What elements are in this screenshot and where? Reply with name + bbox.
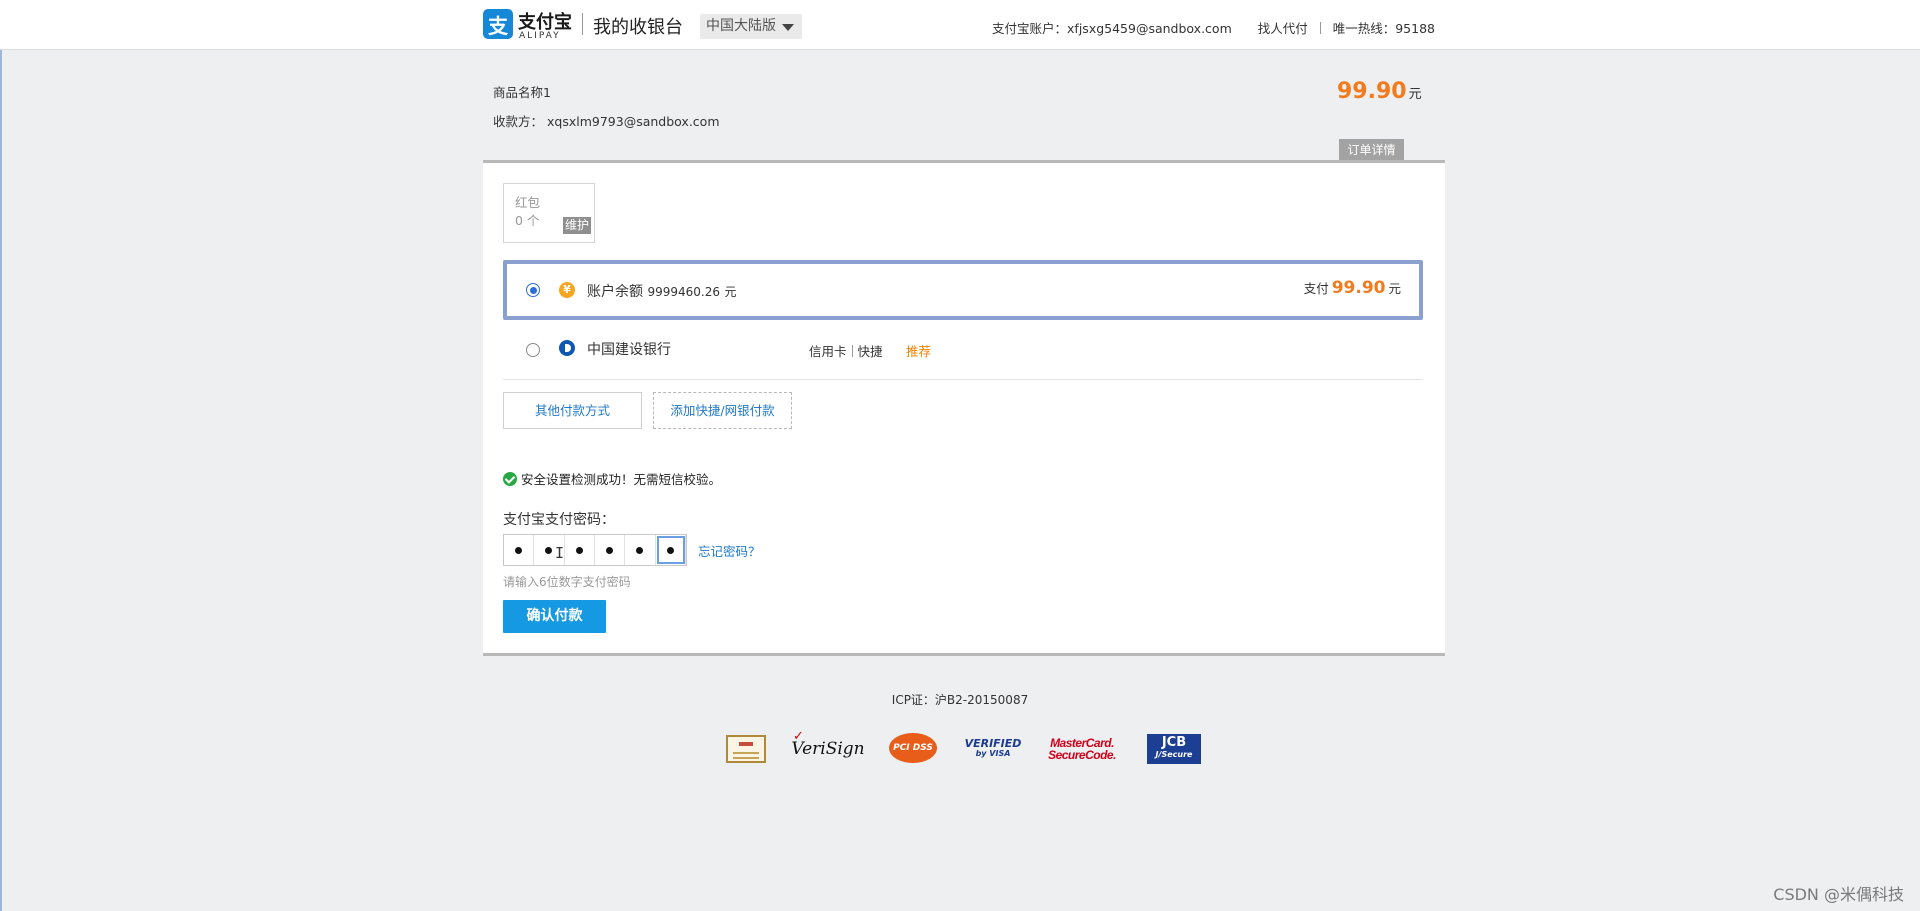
password-digit[interactable] bbox=[595, 535, 626, 565]
region-dropdown[interactable]: 中国大陆版 bbox=[700, 14, 802, 39]
payment-method-ccb[interactable]: 中国建设银行 信用卡 快捷 推荐 bbox=[503, 320, 1423, 380]
security-message: 安全设置检测成功！无需短信校验。 bbox=[503, 469, 721, 488]
jcb-jsecure-badge: JCB J/Secure bbox=[1147, 734, 1201, 764]
logo-divider bbox=[582, 13, 583, 35]
ccb-bank-icon bbox=[559, 340, 575, 356]
password-label: 支付宝支付密码： bbox=[503, 512, 615, 528]
red-packet-label: 红包 bbox=[515, 195, 541, 210]
other-methods-button[interactable]: 其他付款方式 bbox=[503, 392, 642, 429]
balance-label: 账户余额 bbox=[587, 284, 643, 300]
top-header: 支 支付宝 ALIPAY 我的收银台 中国大陆版 支付宝账户：xfjsxg545… bbox=[0, 0, 1920, 50]
forgot-password-link[interactable]: 忘记密码？ bbox=[698, 541, 761, 560]
password-digit[interactable] bbox=[565, 535, 595, 565]
order-amount-currency: 元 bbox=[1408, 87, 1422, 102]
balance-value: 9999460.26 bbox=[647, 285, 720, 299]
jcb-line1: JCB bbox=[1161, 735, 1187, 750]
recommend-badge: 推荐 bbox=[906, 344, 932, 359]
balance-label-line: 账户余额 9999460.26 元 bbox=[587, 281, 736, 301]
card-type-credit: 信用卡 bbox=[809, 344, 847, 359]
hotline-value: 95188 bbox=[1395, 21, 1435, 36]
red-packet-card[interactable]: 红包 0 个 维护 bbox=[503, 183, 595, 243]
mc-line2: SecureCode. bbox=[1048, 748, 1116, 762]
mastercard-securecode-badge: MasterCard. SecureCode. bbox=[1045, 733, 1119, 765]
watermark: CSDN @米偶科技 bbox=[1773, 885, 1904, 904]
visa-line1: VERIFIED bbox=[964, 737, 1022, 750]
yen-icon: ¥ bbox=[559, 282, 575, 298]
pay-label: 支付 bbox=[1303, 281, 1329, 296]
payment-panel: 红包 0 个 维护 ¥ 账户余额 9999460.26 元 支付 99.90 元 中… bbox=[483, 160, 1445, 656]
page-title: 我的收银台 bbox=[593, 17, 683, 38]
card-type-quick: 快捷 bbox=[857, 344, 883, 359]
product-name: 商品名称1 bbox=[493, 85, 551, 100]
visa-line2: by VISA bbox=[975, 749, 1011, 758]
confirm-payment-button[interactable]: 确认付款 bbox=[503, 600, 606, 633]
order-info: 商品名称1 收款方： xqsxlm9793@sandbox.com bbox=[493, 82, 720, 130]
pay-amount: 支付 99.90 元 bbox=[1304, 278, 1401, 298]
balance-radio[interactable] bbox=[526, 283, 540, 297]
verisign-text: VeriSign bbox=[791, 739, 865, 759]
payee-label: 收款方： bbox=[493, 114, 544, 129]
check-circle-icon bbox=[503, 472, 517, 486]
ccb-card-types: 信用卡 快捷 bbox=[809, 341, 883, 360]
region-dropdown-value: 中国大陆版 bbox=[706, 18, 776, 34]
payee-line: 收款方： xqsxlm9793@sandbox.com bbox=[493, 111, 720, 130]
add-method-button[interactable]: 添加快捷/网银付款 bbox=[653, 392, 792, 429]
security-badges: VeriSign PCI DSS VERIFIED by VISA Master… bbox=[726, 729, 1206, 765]
window-left-edge bbox=[0, 0, 2, 911]
ccb-radio[interactable] bbox=[526, 343, 540, 357]
password-digit[interactable] bbox=[504, 535, 535, 565]
payment-method-balance[interactable]: ¥ 账户余额 9999460.26 元 支付 99.90 元 bbox=[503, 260, 1423, 320]
order-amount: 99.90 元 bbox=[1337, 79, 1422, 104]
order-amount-value: 99.90 bbox=[1337, 79, 1407, 104]
account-label: 支付宝账户： bbox=[992, 21, 1068, 36]
password-input[interactable]: I bbox=[503, 534, 687, 566]
pay-amount-value: 99.90 bbox=[1331, 278, 1386, 298]
icp-license: ICP证：沪B2-20150087 bbox=[891, 693, 1029, 707]
find-payer-link[interactable]: 找人代付 bbox=[1258, 18, 1308, 37]
maintenance-badge: 维护 bbox=[563, 217, 592, 234]
certificate-badge-icon bbox=[726, 735, 766, 763]
alipay-logo-icon: 支 bbox=[483, 9, 513, 39]
jcb-line2: J/Secure bbox=[1155, 750, 1193, 759]
header-separator bbox=[1319, 22, 1321, 34]
password-digit[interactable] bbox=[625, 535, 656, 565]
pci-dss-badge: PCI DSS bbox=[889, 733, 937, 763]
hotline-label: 唯一热线： bbox=[1332, 21, 1396, 36]
security-message-text: 安全设置检测成功！无需短信校验。 bbox=[521, 472, 722, 487]
password-hint: 请输入6位数字支付密码 bbox=[503, 575, 631, 589]
verisign-badge: VeriSign bbox=[791, 729, 864, 765]
order-detail-button[interactable]: 订单详情 bbox=[1339, 139, 1404, 161]
account-value: xfjsxg5459@sandbox.com bbox=[1067, 21, 1232, 36]
logo-text-en: ALIPAY bbox=[519, 31, 561, 41]
header-account-info: 支付宝账户：xfjsxg5459@sandbox.com 找人代付 唯一热线：9… bbox=[992, 18, 1435, 37]
balance-currency: 元 bbox=[724, 285, 737, 299]
payee-value: xqsxlm9793@sandbox.com bbox=[547, 114, 720, 129]
header-inner: 支 支付宝 ALIPAY 我的收银台 中国大陆版 支付宝账户：xfjsxg545… bbox=[483, 0, 1445, 50]
ccb-bank-name: 中国建设银行 bbox=[587, 342, 671, 358]
pay-amount-currency: 元 bbox=[1388, 281, 1401, 296]
text-cursor-icon: I bbox=[555, 544, 565, 562]
password-digit[interactable] bbox=[656, 535, 686, 565]
verified-by-visa-badge: VERIFIED by VISA bbox=[964, 733, 1022, 765]
caret-down-icon bbox=[782, 24, 794, 31]
pci-text: PCI DSS bbox=[893, 743, 933, 753]
alipay-logo[interactable]: 支 支付宝 ALIPAY bbox=[483, 8, 573, 42]
